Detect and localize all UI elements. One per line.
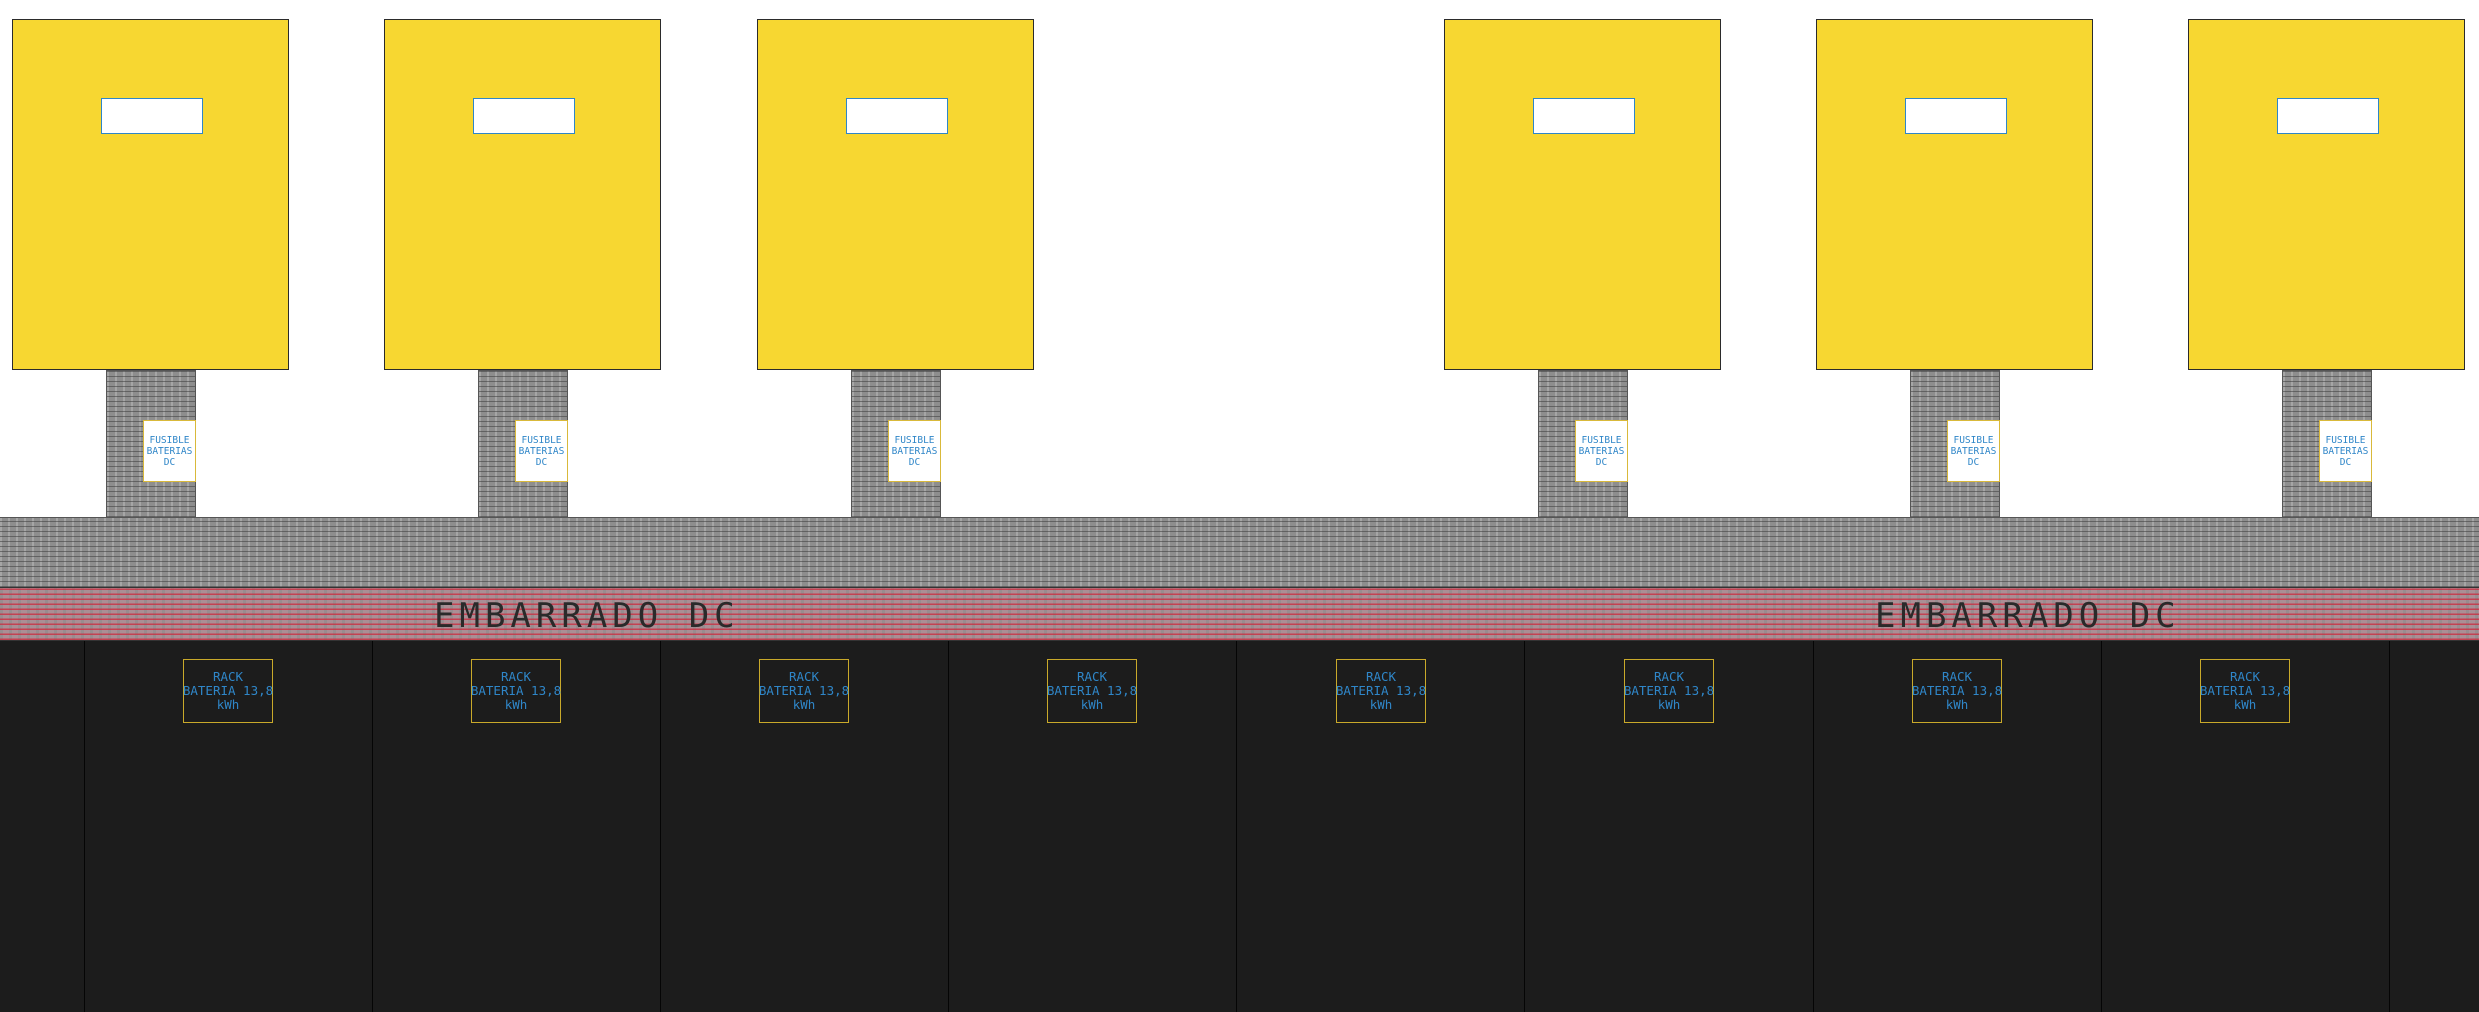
battery-rack: RACK BATERIA 13,8 kWh (759, 659, 849, 723)
rack-label-line1: RACK (500, 669, 532, 684)
rack-label-line1: RACK (212, 669, 244, 684)
rack-label-line3: kWh (1080, 697, 1104, 712)
fuse-label-line2: BATERIAS (146, 445, 193, 457)
fuse-label-line3: DC (1595, 456, 1608, 468)
rack-divider (660, 641, 661, 1012)
fuse-label-line2: BATERIAS (1578, 445, 1625, 457)
battery-rack: RACK BATERIA 13,8 kWh (1047, 659, 1137, 723)
fuse-label-line2: BATERIAS (2322, 445, 2369, 457)
rack-label-line1: RACK (1365, 669, 1397, 684)
rack-label-line1: RACK (788, 669, 820, 684)
rack-label-line3: kWh (1945, 697, 1969, 712)
rack-divider (1236, 641, 1237, 1012)
fuse-label-line3: DC (1967, 456, 1980, 468)
fuse-label-line2: BATERIAS (891, 445, 938, 457)
rack-label-line1: RACK (1653, 669, 1685, 684)
fuse-label-line1: FUSIBLE (1581, 434, 1622, 446)
rack-divider (84, 641, 85, 1012)
inverter-display (1533, 98, 1635, 134)
fuse-label-line3: DC (163, 456, 176, 468)
rack-label-line3: kWh (216, 697, 240, 712)
rack-divider (1813, 641, 1814, 1012)
battery-rack: RACK BATERIA 13,8 kWh (183, 659, 273, 723)
rack-divider (1524, 641, 1525, 1012)
inverter-3 (757, 19, 1034, 370)
rack-divider (372, 641, 373, 1012)
fuse-battery-dc: FUSIBLE BATERIAS DC (1947, 420, 2000, 482)
fuse-label-line1: FUSIBLE (1953, 434, 1994, 446)
inverter-display (101, 98, 203, 134)
rack-divider (2101, 641, 2102, 1012)
rack-divider (2389, 641, 2390, 1012)
rack-label-line2: BATERIA 13,8 (1911, 683, 2003, 698)
inverter-display (2277, 98, 2379, 134)
fuse-label-line1: FUSIBLE (2325, 434, 2366, 446)
battery-rack: RACK BATERIA 13,8 kWh (1912, 659, 2002, 723)
fuse-battery-dc: FUSIBLE BATERIAS DC (143, 420, 196, 482)
inverter-5 (1816, 19, 2093, 370)
inverter-display (473, 98, 575, 134)
inverter-4 (1444, 19, 1721, 370)
fuse-label-line2: BATERIAS (518, 445, 565, 457)
rack-label-line3: kWh (1369, 697, 1393, 712)
rack-label-line2: BATERIA 13,8 (1335, 683, 1427, 698)
fuse-battery-dc: FUSIBLE BATERIAS DC (2319, 420, 2372, 482)
battery-rack: RACK BATERIA 13,8 kWh (1624, 659, 1714, 723)
inverter-display (1905, 98, 2007, 134)
rack-label-line1: RACK (2229, 669, 2261, 684)
fuse-label-line2: BATERIAS (1950, 445, 1997, 457)
rack-label-line2: BATERIA 13,8 (470, 683, 562, 698)
rack-divider (948, 641, 949, 1012)
fuse-battery-dc: FUSIBLE BATERIAS DC (888, 420, 941, 482)
rack-label-line3: kWh (1657, 697, 1681, 712)
rack-label-line2: BATERIA 13,8 (2199, 683, 2291, 698)
rack-label-line3: kWh (792, 697, 816, 712)
fuse-label-line3: DC (535, 456, 548, 468)
rack-label-line1: RACK (1941, 669, 1973, 684)
inverter-1 (12, 19, 289, 370)
inverter-2 (384, 19, 661, 370)
battery-rack: RACK BATERIA 13,8 kWh (2200, 659, 2290, 723)
rack-label-line3: kWh (2233, 697, 2257, 712)
rack-label-line2: BATERIA 13,8 (1046, 683, 1138, 698)
fuse-label-line1: FUSIBLE (894, 434, 935, 446)
busbar-label-right: EMBARRADO DC (1875, 596, 2181, 636)
rack-label-line2: BATERIA 13,8 (182, 683, 274, 698)
inverter-6 (2188, 19, 2465, 370)
dc-busbar-gray (0, 517, 2479, 587)
fuse-battery-dc: FUSIBLE BATERIAS DC (1575, 420, 1628, 482)
rack-label-line1: RACK (1076, 669, 1108, 684)
fuse-battery-dc: FUSIBLE BATERIAS DC (515, 420, 568, 482)
inverter-display (846, 98, 948, 134)
rack-label-line3: kWh (504, 697, 528, 712)
rack-label-line2: BATERIA 13,8 (758, 683, 850, 698)
rack-label-line2: BATERIA 13,8 (1623, 683, 1715, 698)
battery-rack: RACK BATERIA 13,8 kWh (471, 659, 561, 723)
fuse-label-line1: FUSIBLE (149, 434, 190, 446)
busbar-label-left: EMBARRADO DC (434, 596, 740, 636)
fuse-label-line3: DC (2339, 456, 2352, 468)
battery-system-diagram: FUSIBLE BATERIAS DC FUSIBLE BATERIAS DC … (0, 0, 2479, 1012)
fuse-label-line1: FUSIBLE (521, 434, 562, 446)
fuse-label-line3: DC (908, 456, 921, 468)
battery-rack: RACK BATERIA 13,8 kWh (1336, 659, 1426, 723)
